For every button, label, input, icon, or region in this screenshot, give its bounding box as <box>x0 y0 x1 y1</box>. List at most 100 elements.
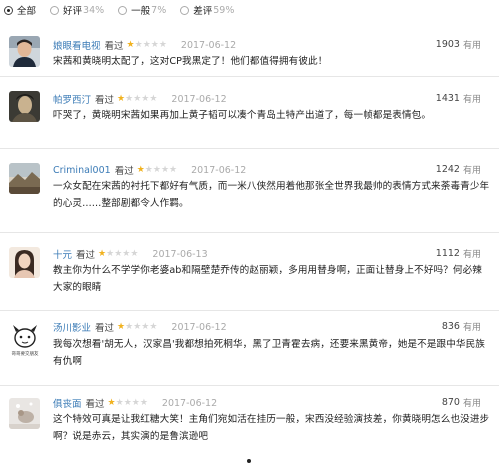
star-icon: ★ <box>117 93 126 104</box>
star-icon: ★ <box>144 164 153 175</box>
painting-portrait-icon <box>9 91 40 122</box>
watch-status: 看过 <box>76 250 96 261</box>
snowy-photo-icon <box>9 398 40 429</box>
avatar[interactable] <box>9 36 40 67</box>
star-icon: ★ <box>125 321 134 332</box>
avatar[interactable] <box>9 91 40 122</box>
rating-filter-bar: 全部 好评 34% 一般 7% 差评 59% <box>0 0 499 20</box>
comment-item: 娘眼看电视 看过 ★ ★ ★ ★ ★ 2017-06-12 1903 有用 宋茜和黄晓明… <box>0 20 499 77</box>
star-icon: ★ <box>149 93 158 104</box>
radio-icon[interactable] <box>4 5 13 15</box>
landscape-photo-icon <box>9 163 40 194</box>
useful-button[interactable]: 有用 <box>463 396 481 409</box>
comment-meta: 十元 看过 ★ ★ ★ ★ ★ 2017-06-13 <box>53 247 208 262</box>
avatar[interactable] <box>9 163 40 194</box>
comment-date: 2017-06-12 <box>180 39 237 51</box>
filter-label: 一般 <box>131 6 151 17</box>
vote-area: 1112 有用 <box>436 247 481 260</box>
star-icon: ★ <box>136 164 145 175</box>
username-link[interactable]: 十元 <box>53 247 72 261</box>
comment-text: 一众女配在宋茜的衬托下都好有气质，而一米八侠然用着他那张全世界我最帅的表情方式来… <box>53 181 490 209</box>
rating-stars: ★ ★ ★ ★ ★ <box>117 93 158 104</box>
comment-item: Criminal001 看过 ★ ★ ★ ★ ★ 2017-06-12 1242 有用 … <box>0 149 499 233</box>
comment-date: 2017-06-12 <box>171 321 227 333</box>
filter-label: 差评 <box>193 6 213 17</box>
vote-count: 1903 <box>435 39 460 50</box>
comment-meta: 俱丧面 看过 ★ ★ ★ ★ ★ 2017-06-12 <box>53 396 218 411</box>
comment-list: 娘眼看电视 看过 ★ ★ ★ ★ ★ 2017-06-12 1903 有用 宋茜和黄晓明… <box>0 20 499 466</box>
username-link[interactable]: 俱丧面 <box>53 396 82 410</box>
page-indicator-dot <box>247 459 251 463</box>
vote-count: 1431 <box>435 93 460 104</box>
star-icon: ★ <box>115 397 124 408</box>
comment-meta: 娘眼看电视 看过 ★ ★ ★ ★ ★ 2017-06-12 <box>53 38 237 53</box>
rating-stars: ★ ★ ★ ★ ★ <box>136 164 177 175</box>
comment-date: 2017-06-12 <box>161 397 218 409</box>
star-icon: ★ <box>98 248 107 259</box>
comment-meta: Criminal001 看过 ★ ★ ★ ★ ★ 2017-06-12 <box>53 163 246 178</box>
useful-button[interactable]: 有用 <box>463 92 481 105</box>
vote-area: 1431 有用 <box>436 92 481 105</box>
comment-text: 教主你为什么不学学你老婆ab和隔壁楚乔传的赵丽颖，多用用替身啊，正面让替身上不好… <box>53 265 482 293</box>
radio-icon[interactable] <box>180 5 190 15</box>
star-icon: ★ <box>130 248 139 259</box>
comment-text: 我每次想看'胡无人，汉家昌'我都想拍死桐华，黑了卫青霍去病，还要来黑黄帝，她是不… <box>53 339 485 367</box>
username-link[interactable]: 汤川影业 <box>53 320 91 334</box>
star-icon: ★ <box>141 93 150 104</box>
comment-meta: 帕罗西汀 看过 ★ ★ ★ ★ ★ 2017-06-12 <box>53 92 227 107</box>
star-icon: ★ <box>149 321 158 332</box>
star-icon: ★ <box>134 39 143 50</box>
filter-percent: 59% <box>213 4 235 16</box>
star-icon: ★ <box>141 321 150 332</box>
comment-date: 2017-06-12 <box>171 93 227 105</box>
comment-item: 十元 看过 ★ ★ ★ ★ ★ 2017-06-13 1112 有用 教主你为什么不学学… <box>0 233 499 311</box>
useful-button[interactable]: 有用 <box>463 38 481 51</box>
star-icon: ★ <box>131 397 140 408</box>
filter-neutral[interactable]: 一般 7% <box>118 3 166 17</box>
comment-meta: 汤川影业 看过 ★ ★ ★ ★ ★ 2017-06-12 <box>53 320 227 335</box>
radio-icon[interactable] <box>118 5 128 15</box>
comment-text: 吓哭了，黄晓明宋茜如果再加上黄子韬可以凑个青岛土特产出道了，每一帧都是表情包。 <box>53 110 432 121</box>
star-icon: ★ <box>133 93 142 104</box>
comment-text: 宋茜和黄晓明太配了，这对CP我黑定了！他们都值得拥有彼此！ <box>53 56 328 67</box>
comment-text: 这个特效可真是让我红糖大笑！主角们宛如活在挂历一般，宋西没经验演技差，你黄晓明怎… <box>53 414 490 442</box>
comment-item: 帕罗西汀 看过 ★ ★ ★ ★ ★ 2017-06-12 1431 有用 吓哭了，黄晓明… <box>0 77 499 149</box>
comment-item: 俱丧面 看过 ★ ★ ★ ★ ★ 2017-06-12 870 有用 这个特效可真是让我… <box>0 386 499 466</box>
star-icon: ★ <box>160 164 170 175</box>
watch-status: 看过 <box>104 41 124 52</box>
rating-stars: ★ ★ ★ ★ ★ <box>126 39 167 50</box>
filter-positive[interactable]: 好评 34% <box>50 3 104 17</box>
radio-icon[interactable] <box>50 5 60 15</box>
filter-label: 全部 <box>17 6 37 17</box>
watch-status: 看过 <box>85 399 105 410</box>
star-icon: ★ <box>122 248 131 259</box>
avatar[interactable]: 哥哥要交朋友 <box>5 321 45 361</box>
star-icon: ★ <box>158 39 167 50</box>
username-link[interactable]: 帕罗西汀 <box>53 92 91 106</box>
watch-status: 看过 <box>95 323 115 334</box>
comment-item: 哥哥要交朋友 汤川影业 看过 ★ ★ ★ ★ ★ 2017-06-12 836 有用 我… <box>0 311 499 386</box>
username-link[interactable]: Criminal001 <box>53 165 111 176</box>
useful-button[interactable]: 有用 <box>463 247 481 260</box>
star-icon: ★ <box>126 39 135 50</box>
watch-status: 看过 <box>114 166 134 177</box>
female-portrait-icon <box>9 247 40 278</box>
avatar[interactable] <box>9 247 40 278</box>
rating-stars: ★ ★ ★ ★ ★ <box>117 321 158 332</box>
vote-area: 1903 有用 <box>436 38 481 51</box>
vote-count: 1242 <box>435 164 460 175</box>
useful-button[interactable]: 有用 <box>463 163 481 176</box>
vote-count: 1112 <box>435 248 460 259</box>
filter-negative[interactable]: 差评 59% <box>180 3 234 17</box>
star-icon: ★ <box>106 248 115 259</box>
star-icon: ★ <box>123 397 132 408</box>
vote-count: 836 <box>441 321 460 332</box>
filter-label: 好评 <box>63 6 83 17</box>
star-icon: ★ <box>114 248 123 259</box>
username-link[interactable]: 娘眼看电视 <box>53 38 101 52</box>
filter-all[interactable]: 全部 <box>4 3 36 17</box>
avatar[interactable] <box>9 398 40 429</box>
avatar-caption: 哥哥要交朋友 <box>11 352 39 357</box>
useful-button[interactable]: 有用 <box>463 320 481 333</box>
star-icon: ★ <box>117 321 126 332</box>
